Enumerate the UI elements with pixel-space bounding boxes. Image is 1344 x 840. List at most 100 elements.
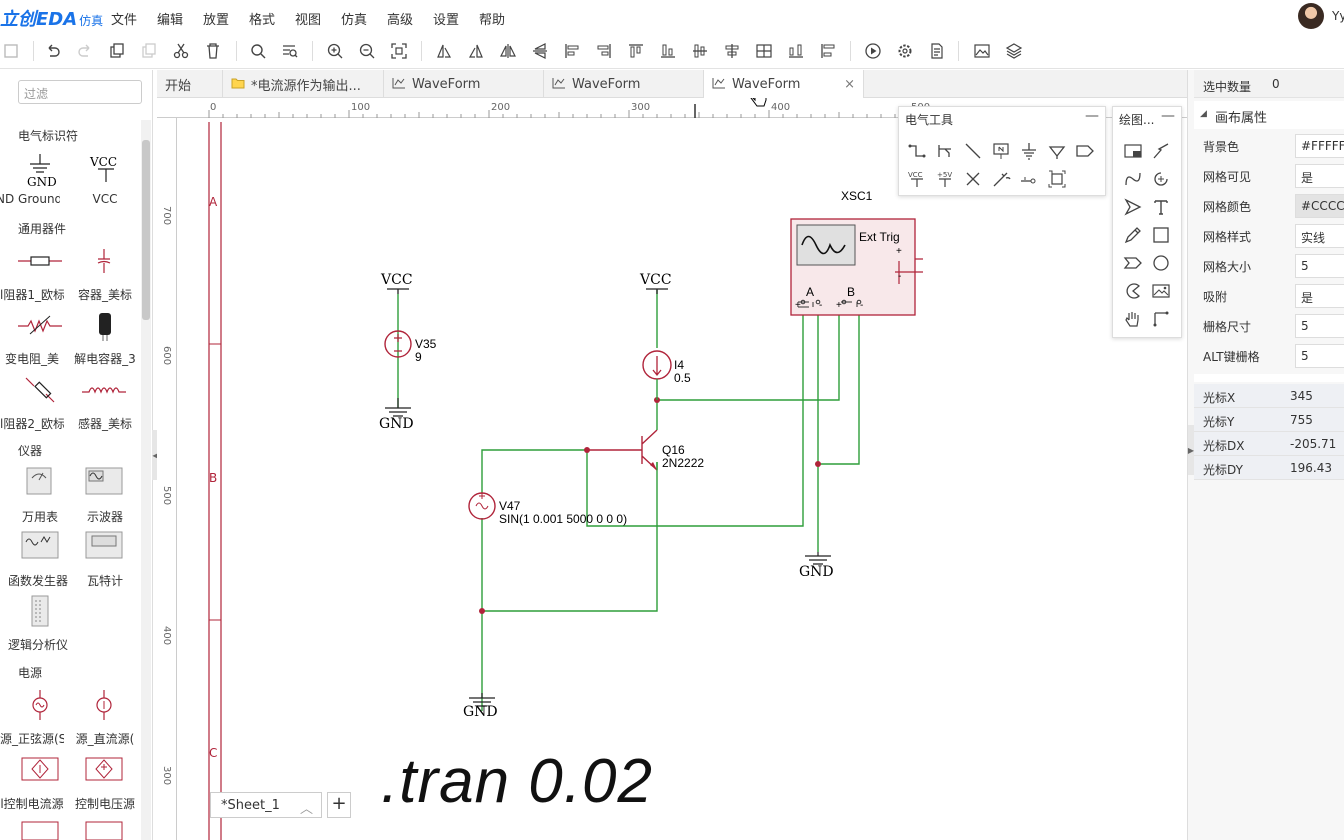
menu-file[interactable]: 文件 xyxy=(111,9,137,28)
undo-icon[interactable] xyxy=(41,39,65,63)
align-left-icon[interactable] xyxy=(560,39,584,63)
q16-model[interactable]: 2N2222 xyxy=(662,456,704,470)
redo-icon[interactable] xyxy=(73,39,97,63)
vcc-tool-icon[interactable]: VCC xyxy=(905,167,929,191)
sim-settings-icon[interactable] xyxy=(893,39,917,63)
menu-settings[interactable]: 设置 xyxy=(433,9,459,28)
run-simulation-icon[interactable] xyxy=(861,39,885,63)
resistor-eu-icon[interactable] xyxy=(16,248,64,274)
cut-icon[interactable] xyxy=(169,39,193,63)
netlist-icon[interactable] xyxy=(925,39,949,63)
variable-resistor-icon[interactable] xyxy=(16,312,64,338)
electrolytic-cap-icon[interactable] xyxy=(90,310,120,342)
ground-part-icon[interactable]: GND xyxy=(20,152,60,188)
part-ccvs[interactable]: 控制电压源 xyxy=(73,795,137,812)
source-more2-icon[interactable] xyxy=(80,818,128,840)
chevron-up-icon[interactable]: ︿ xyxy=(300,798,313,817)
part-dc-source[interactable]: 源_直流源( xyxy=(73,730,137,747)
alt-snap-field[interactable]: 5 xyxy=(1295,344,1344,368)
bezier-icon[interactable] xyxy=(1121,167,1145,191)
circle-icon[interactable] xyxy=(1149,251,1173,275)
find-replace-icon[interactable] xyxy=(278,39,302,63)
menu-help[interactable]: 帮助 xyxy=(479,9,505,28)
bg-color-field[interactable]: #FFFFFF xyxy=(1295,134,1344,158)
multimeter-icon[interactable] xyxy=(25,466,53,496)
align-bottom-icon[interactable] xyxy=(656,39,680,63)
v35-value[interactable]: 9 xyxy=(415,350,422,364)
tab-waveform-2[interactable]: WaveForm xyxy=(544,70,704,98)
tab-start[interactable]: 开始 xyxy=(157,70,223,98)
wattmeter-icon[interactable] xyxy=(84,530,124,560)
grid-color-field[interactable]: #CCCCCC xyxy=(1295,194,1344,218)
grid-visible-select[interactable]: 是 xyxy=(1295,164,1344,188)
part-cccs[interactable]: l控制电流源 xyxy=(0,795,64,812)
inductor-us-icon[interactable] xyxy=(80,378,128,402)
freehand-icon[interactable] xyxy=(1121,223,1145,247)
line-icon[interactable] xyxy=(961,139,985,163)
net-port-icon[interactable] xyxy=(1045,139,1069,163)
category-instruments[interactable]: 仪器 xyxy=(18,442,42,459)
grid-style-select[interactable]: 实线 xyxy=(1295,224,1344,248)
pin-icon[interactable] xyxy=(1017,167,1041,191)
tab-schematic[interactable]: *电流源作为输出... xyxy=(223,70,384,98)
parts-scrollbar[interactable] xyxy=(141,120,151,840)
no-connect-icon[interactable] xyxy=(961,167,985,191)
delete-icon[interactable] xyxy=(201,39,225,63)
menu-view[interactable]: 视图 xyxy=(295,9,321,28)
zoom-out-icon[interactable] xyxy=(355,39,379,63)
zoom-in-icon[interactable] xyxy=(323,39,347,63)
plus-5v-icon[interactable]: +5V xyxy=(933,167,957,191)
part-sine-source[interactable]: 源_正弦源(S xyxy=(0,730,64,747)
polygon-icon[interactable] xyxy=(1121,251,1145,275)
part-multimeter[interactable]: 万用表 xyxy=(8,508,72,525)
menu-format[interactable]: 格式 xyxy=(249,9,275,28)
rotate-left-icon[interactable] xyxy=(432,39,456,63)
net-label-icon[interactable] xyxy=(989,139,1013,163)
minimize-icon[interactable]: — xyxy=(1085,108,1099,124)
menu-advanced[interactable]: 高级 xyxy=(387,9,413,28)
resistor2-eu-icon[interactable] xyxy=(22,376,58,404)
gnd-label-3[interactable]: GND xyxy=(799,564,834,580)
q16-name[interactable]: Q16 xyxy=(662,443,685,457)
part-variable-resistor[interactable]: 变电阻_美 xyxy=(0,350,64,367)
ccvs-icon[interactable] xyxy=(80,754,128,784)
vcc-label-2[interactable]: VCC xyxy=(640,272,672,288)
add-sheet-button[interactable]: + xyxy=(327,792,351,818)
grid-align-icon[interactable] xyxy=(752,39,776,63)
part-oscilloscope[interactable]: 示波器 xyxy=(73,508,137,525)
category-power[interactable]: 电源 xyxy=(18,664,42,681)
probe-icon[interactable] xyxy=(989,167,1013,191)
logic-analyzer-icon[interactable] xyxy=(28,594,52,628)
category-electrical[interactable]: 电气标识符 xyxy=(18,127,78,144)
close-tab-icon[interactable]: × xyxy=(844,77,855,92)
function-generator-icon[interactable] xyxy=(20,530,60,560)
part-logic-analyzer[interactable]: 逻辑分析仪 xyxy=(6,636,70,653)
dc-source-icon[interactable] xyxy=(90,688,118,722)
part-electrolytic-cap[interactable]: 解电容器_3 xyxy=(73,350,137,367)
part-capacitor-us[interactable]: 容器_美标 xyxy=(73,286,137,303)
text-icon[interactable] xyxy=(1149,195,1173,219)
xsc1-name[interactable]: XSC1 xyxy=(841,189,872,203)
image-export-icon[interactable] xyxy=(970,39,994,63)
i4-value[interactable]: 0.5 xyxy=(674,371,691,385)
flip-horizontal-icon[interactable] xyxy=(496,39,520,63)
part-wattmeter[interactable]: 瓦特计 xyxy=(73,572,137,589)
bus-icon[interactable] xyxy=(933,139,957,163)
v47-value[interactable]: SIN(1 0.001 5000 0 0 0) xyxy=(499,512,627,526)
part-resistor-eu[interactable]: l阻器1_欧标 xyxy=(0,286,64,303)
tran-directive[interactable]: .tran 0.02 xyxy=(381,746,653,817)
table-icon[interactable] xyxy=(1121,139,1145,163)
tab-waveform-3[interactable]: WaveForm × xyxy=(704,70,864,98)
part-resistor2-eu[interactable]: l阻器2_欧标 xyxy=(0,415,64,432)
capacitor-us-icon[interactable] xyxy=(84,248,124,274)
sheet-tab[interactable]: *Sheet_1 ︿ xyxy=(210,792,322,818)
schematic-canvas[interactable]: 0 100 200 300 400 500 700 600 500 400 30… xyxy=(157,98,1187,840)
off-page-connector-icon[interactable] xyxy=(1073,139,1097,163)
v47-name[interactable]: V47 xyxy=(499,499,520,513)
layers-icon[interactable] xyxy=(1002,39,1026,63)
arc-icon[interactable] xyxy=(1149,167,1173,191)
component-select-icon[interactable] xyxy=(1045,167,1069,191)
paste-icon[interactable] xyxy=(137,39,161,63)
menu-edit[interactable]: 编辑 xyxy=(157,9,183,28)
rotate-right-icon[interactable] xyxy=(464,39,488,63)
